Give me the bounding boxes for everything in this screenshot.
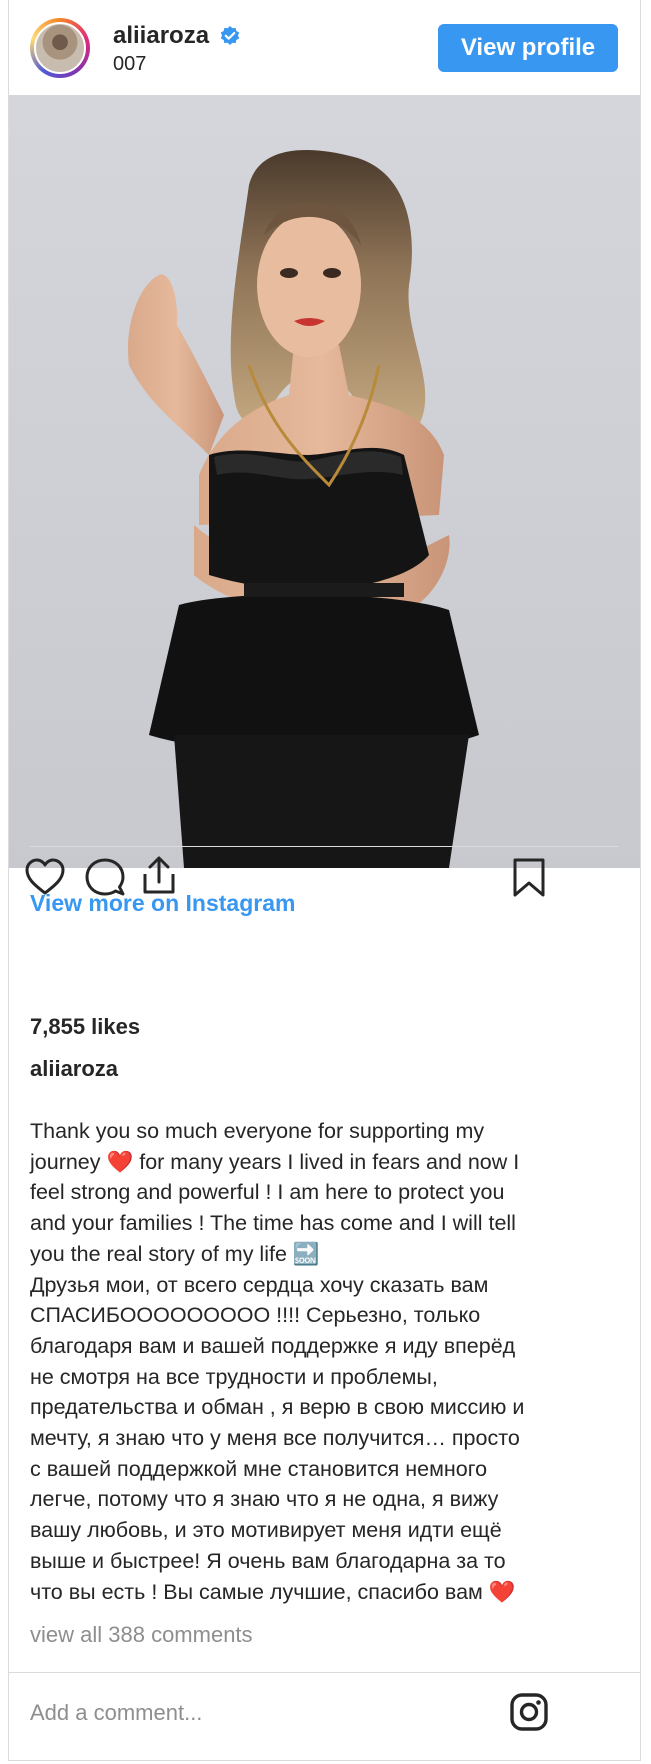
header-username[interactable]: aliiaroza [113, 22, 209, 50]
view-all-comments-link[interactable]: view all 388 comments [30, 1622, 253, 1648]
post-header: aliiaroza 007 View profile [9, 0, 640, 96]
add-comment-input[interactable] [30, 1696, 510, 1730]
verified-badge-icon [220, 26, 240, 45]
instagram-logo-icon[interactable] [509, 1692, 549, 1732]
instagram-embed-card: aliiaroza 007 View profile View more on … [8, 0, 641, 1761]
post-image[interactable] [9, 95, 640, 868]
header-subtitle: 007 [113, 53, 147, 75]
divider [9, 1672, 640, 1673]
likes-count[interactable]: 7,855 likes [30, 1014, 140, 1040]
post-caption: Thank you so much everyone for supportin… [30, 1119, 525, 1604]
caption-username[interactable]: aliiaroza [30, 1056, 118, 1082]
comment-bubble-icon[interactable] [83, 856, 127, 900]
avatar[interactable] [30, 18, 90, 78]
post-photo-illustration [128, 150, 479, 868]
bookmark-icon[interactable] [507, 856, 551, 900]
avatar-image [34, 22, 86, 74]
divider [30, 846, 619, 847]
heart-icon[interactable] [23, 856, 67, 900]
view-profile-button[interactable]: View profile [438, 24, 618, 72]
share-icon[interactable] [137, 854, 181, 898]
